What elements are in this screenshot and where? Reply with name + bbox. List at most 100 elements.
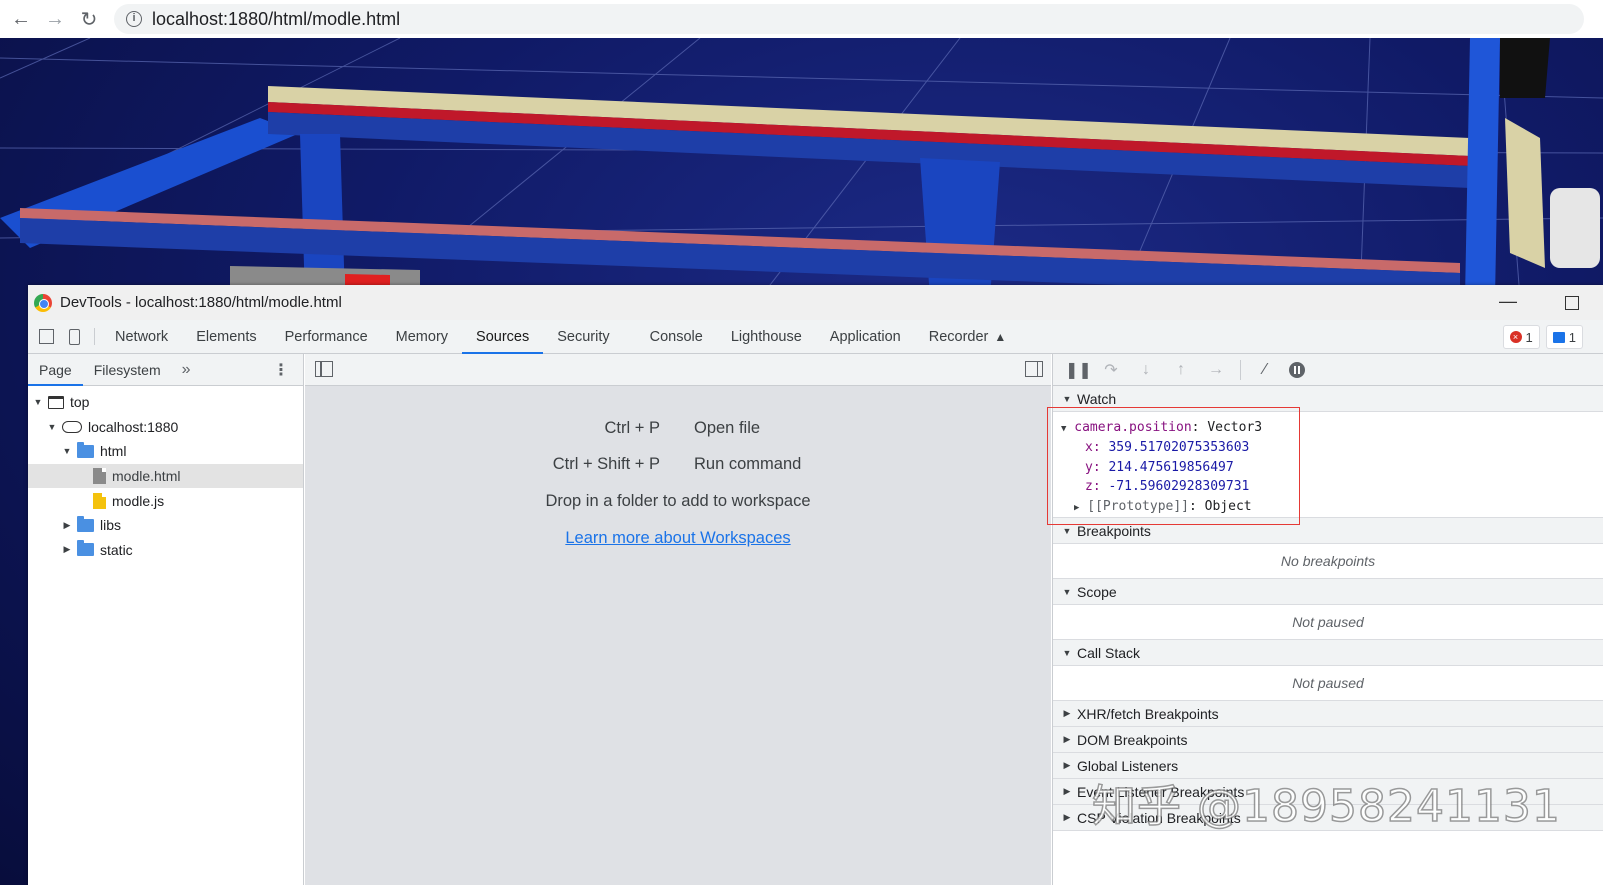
navigator-tabs: Page Filesystem » ⋮	[28, 354, 303, 386]
message-badge[interactable]: 1	[1545, 325, 1583, 349]
tab-memory[interactable]: Memory	[382, 320, 462, 353]
arrow-right-icon[interactable]: →	[42, 6, 68, 32]
step-over-icon[interactable]: ↷	[1100, 360, 1122, 380]
minimize-icon[interactable]: —	[1499, 291, 1517, 312]
shortcut-label: Run command	[694, 455, 802, 474]
no-breakpoints-text: No breakpoints	[1053, 544, 1603, 579]
pause-icon[interactable]: ❚❚	[1065, 360, 1092, 380]
expanded-arrow-icon[interactable]: ▼	[32, 397, 44, 407]
toolbar-separator	[1240, 359, 1241, 380]
tree-item-libs[interactable]: ▶ libs	[28, 513, 303, 538]
expanded-arrow-icon: ▼	[1062, 393, 1072, 404]
html-file-icon	[93, 468, 106, 485]
tab-console[interactable]: Console	[636, 320, 717, 353]
tree-item-localhost[interactable]: ▼ localhost:1880	[28, 415, 303, 440]
debugger-toolbar: ❚❚ ↷ ↓ ↑ → ⁄	[1053, 354, 1603, 386]
editor-placeholder: Ctrl + P Open file Ctrl + Shift + P Run …	[305, 410, 1051, 556]
file-navigator: Page Filesystem » ⋮ ▼ top ▼ localhost:18…	[28, 354, 304, 885]
section-title: Global Listeners	[1077, 757, 1179, 774]
drop-folder-hint: Drop in a folder to add to workspace	[545, 492, 811, 510]
pause-on-exceptions-icon[interactable]	[1289, 361, 1305, 378]
devtools-window: DevTools - localhost:1880/html/modle.htm…	[28, 285, 1603, 885]
tree-item-modle-js[interactable]: modle.js	[28, 488, 303, 513]
expanded-arrow-icon[interactable]: ▼	[61, 446, 73, 456]
message-count: 1	[1568, 329, 1576, 345]
tree-item-label: libs	[100, 517, 122, 534]
collapsed-arrow-icon: ▶	[1063, 734, 1071, 744]
address-bar[interactable]: i localhost:1880/html/modle.html	[114, 4, 1584, 34]
tab-security[interactable]: Security	[543, 320, 623, 353]
step-out-icon[interactable]: ↑	[1170, 361, 1192, 379]
workspaces-link[interactable]: Learn more about Workspaces	[305, 520, 1051, 556]
deactivate-breakpoints-icon[interactable]: ⁄	[1254, 361, 1276, 379]
callstack-section-header[interactable]: ▼ Call Stack	[1053, 640, 1603, 666]
highlight-annotation	[1047, 407, 1300, 525]
cloud-icon	[62, 420, 82, 433]
url-text[interactable]: localhost:1880/html/modle.html	[152, 9, 400, 30]
shortcut-run-command: Ctrl + Shift + P Run command	[305, 447, 1051, 484]
tree-item-label: modle.html	[112, 468, 181, 485]
tab-sources[interactable]: Sources	[462, 320, 544, 354]
expanded-arrow-icon: ▼	[1062, 647, 1072, 658]
collapsed-arrow-icon[interactable]: ▶	[61, 520, 73, 531]
flask-icon: ▲	[994, 329, 1007, 344]
folder-icon	[77, 515, 94, 532]
tab-elements[interactable]: Elements	[182, 320, 270, 353]
device-toolbar-icon[interactable]	[60, 320, 88, 353]
inspect-element-icon[interactable]	[32, 320, 60, 353]
event-listener-breakpoints-header[interactable]: ▶ Event Listener Breakpoints	[1053, 779, 1603, 805]
csp-violation-breakpoints-header[interactable]: ▶ CSP Violation Breakpoints	[1053, 805, 1603, 831]
shortcut-keys: Ctrl + Shift + P	[552, 455, 660, 474]
section-title: Scope	[1077, 583, 1117, 600]
tree-item-label: localhost:1880	[88, 418, 179, 435]
callstack-status-text: Not paused	[1053, 666, 1603, 701]
editor-area[interactable]: Ctrl + P Open file Ctrl + Shift + P Run …	[305, 354, 1051, 885]
error-badge[interactable]: × 1	[1502, 325, 1540, 349]
tab-page[interactable]: Page	[28, 354, 83, 386]
tree-item-html[interactable]: ▼ html	[28, 439, 303, 464]
error-count: 1	[1525, 329, 1533, 345]
scope-section-header[interactable]: ▼ Scope	[1053, 579, 1603, 605]
tab-lighthouse[interactable]: Lighthouse	[717, 320, 816, 353]
maximize-icon[interactable]	[1565, 296, 1579, 310]
tree-item-label: static	[100, 541, 133, 558]
tab-performance[interactable]: Performance	[271, 320, 382, 353]
tree-item-modle-html[interactable]: modle.html	[28, 463, 303, 489]
tab-network[interactable]: Network	[101, 320, 182, 353]
info-icon[interactable]: i	[126, 11, 142, 27]
dom-breakpoints-header[interactable]: ▶ DOM Breakpoints	[1053, 727, 1603, 753]
toggle-debugger-icon[interactable]	[1025, 361, 1043, 377]
folder-icon	[77, 441, 94, 458]
toggle-navigator-icon[interactable]	[315, 361, 333, 377]
tree-item-top[interactable]: ▼ top	[28, 390, 303, 415]
step-icon[interactable]: →	[1205, 361, 1227, 379]
tree-item-label: modle.js	[112, 492, 165, 509]
tree-item-label: html	[100, 443, 127, 460]
section-title: Watch	[1077, 390, 1117, 407]
tab-application[interactable]: Application	[816, 320, 915, 353]
tree-item-static[interactable]: ▶ static	[28, 538, 303, 563]
collapsed-arrow-icon: ▶	[1063, 760, 1071, 770]
debugger-sidebar: ❚❚ ↷ ↓ ↑ → ⁄ ▼ Watch ▼ camera.position: …	[1047, 354, 1603, 885]
tab-filesystem[interactable]: Filesystem	[83, 354, 172, 385]
kebab-menu-icon[interactable]: ⋮	[273, 360, 289, 380]
more-tabs-icon[interactable]: »	[172, 354, 201, 385]
frame-icon	[48, 395, 64, 409]
devtools-titlebar: DevTools - localhost:1880/html/modle.htm…	[28, 285, 1603, 320]
chrome-logo-icon	[34, 293, 52, 312]
step-into-icon[interactable]: ↓	[1135, 361, 1157, 379]
arrow-left-icon[interactable]: ←	[8, 6, 34, 32]
collapsed-arrow-icon[interactable]: ▶	[61, 544, 73, 555]
global-listeners-header[interactable]: ▶ Global Listeners	[1053, 753, 1603, 779]
tab-recorder[interactable]: Recorder ▲	[915, 320, 1021, 353]
section-title: CSP Violation Breakpoints	[1077, 809, 1241, 826]
error-icon: ×	[1509, 331, 1522, 343]
shortcut-open-file: Ctrl + P Open file	[305, 410, 1051, 447]
section-title: XHR/fetch Breakpoints	[1077, 705, 1219, 722]
xhr-breakpoints-header[interactable]: ▶ XHR/fetch Breakpoints	[1053, 701, 1603, 727]
reload-icon[interactable]: ↻	[76, 6, 102, 32]
shortcut-label: Open file	[694, 418, 761, 437]
tree-item-label: top	[70, 394, 90, 411]
scope-status-text: Not paused	[1053, 605, 1603, 640]
expanded-arrow-icon[interactable]: ▼	[46, 422, 58, 432]
